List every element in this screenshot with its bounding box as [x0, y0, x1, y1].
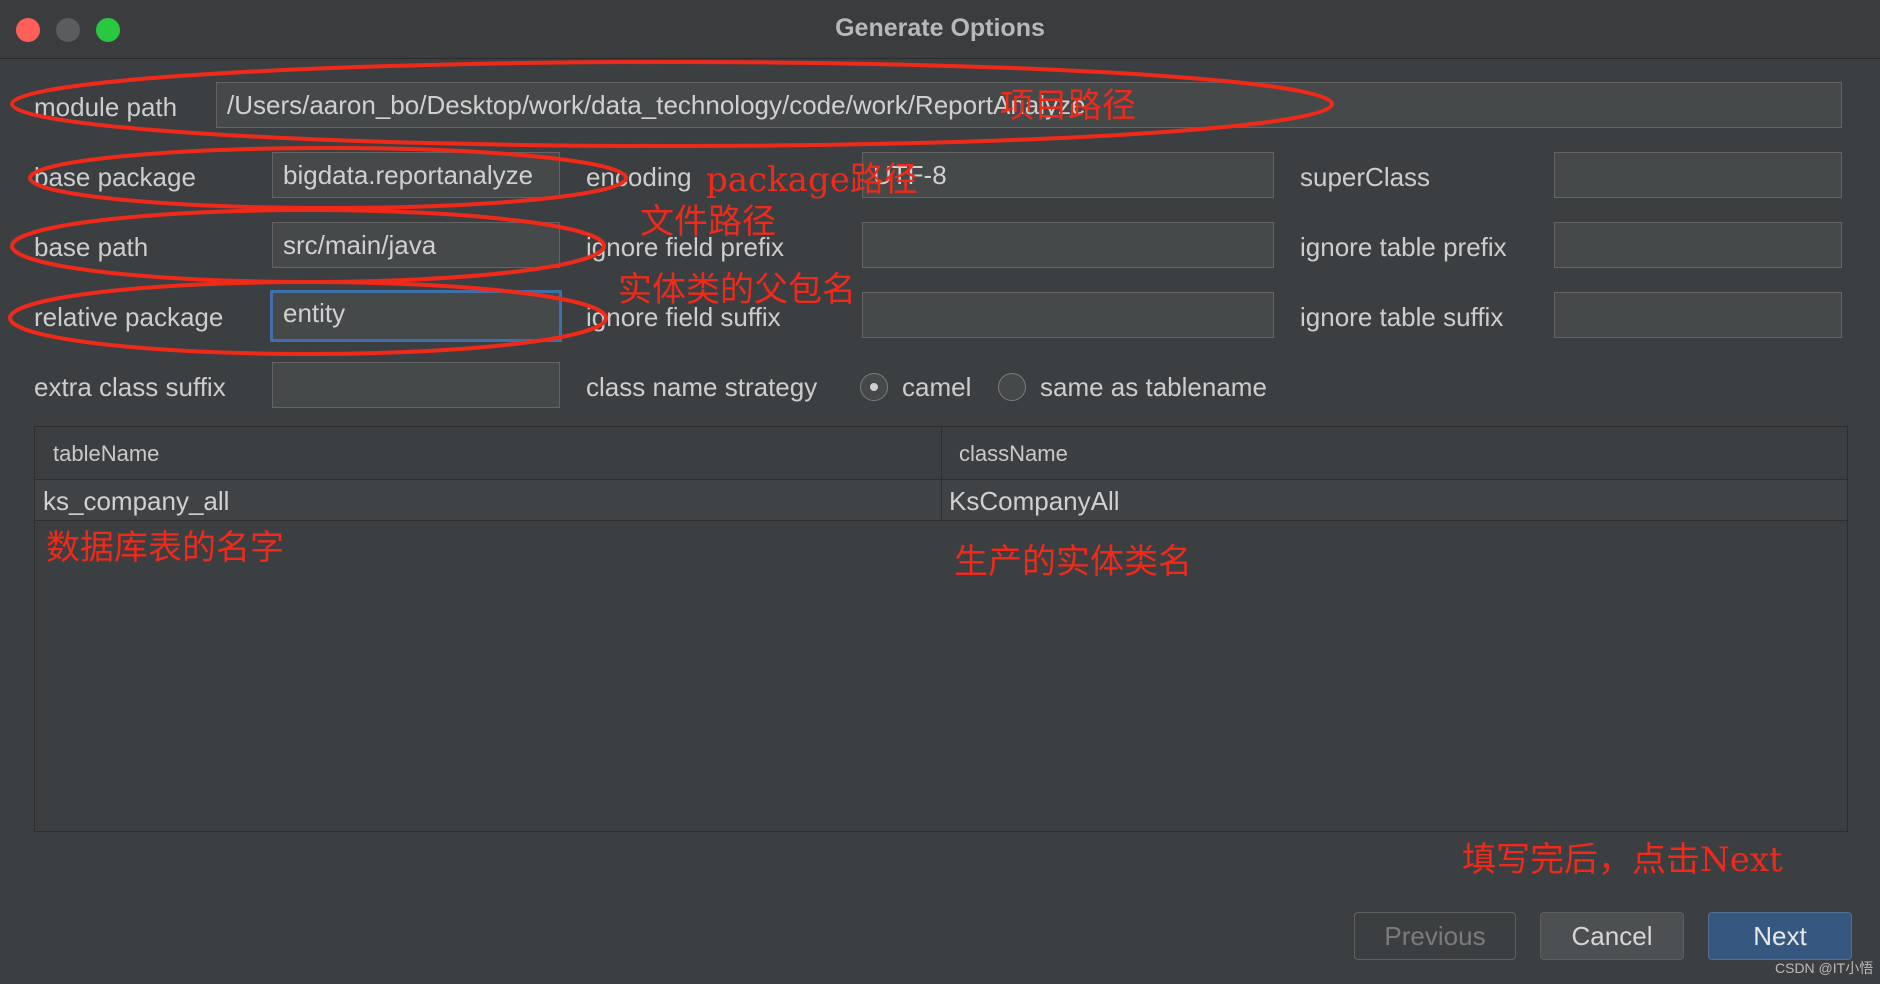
same-as-tablename-option-label[interactable]: same as tablename [1040, 372, 1267, 403]
base-path-label: base path [34, 232, 149, 262]
ignore-table-prefix-label: ignore table prefix [1300, 232, 1507, 262]
tables-grid: tableName className ks_company_all KsCom… [34, 426, 1848, 832]
class-name-strategy-label: class name strategy [586, 372, 818, 402]
ignore-table-prefix-input[interactable] [1554, 222, 1842, 268]
relative-package-label: relative package [34, 302, 224, 332]
ignore-table-suffix-input[interactable] [1554, 292, 1842, 338]
superclass-input[interactable] [1554, 152, 1842, 198]
ignore-field-suffix-input[interactable] [862, 292, 1274, 338]
base-path-input[interactable]: src/main/java [272, 222, 560, 268]
next-button[interactable]: Next [1708, 912, 1852, 960]
annotation-file-path: 文件路径 [640, 202, 776, 242]
camel-option-label[interactable]: camel [902, 372, 971, 403]
camel-radio[interactable] [860, 373, 888, 401]
annotation-project-path: 项目路径 [1000, 86, 1136, 126]
cancel-button[interactable]: Cancel [1540, 912, 1684, 960]
annotation-entity-parent-package: 实体类的父包名 [618, 270, 856, 310]
same-as-tablename-radio[interactable] [998, 373, 1026, 401]
encoding-input[interactable]: UTF-8 [862, 152, 1274, 198]
base-package-input[interactable]: bigdata.reportanalyze [272, 152, 560, 198]
radio-selected-dot [870, 383, 878, 391]
watermark: CSDN @IT小悟 [1775, 960, 1874, 976]
module-path-label: module path [34, 92, 178, 122]
title-bar: Generate Options [0, 0, 1880, 59]
extra-class-suffix-label: extra class suffix [34, 372, 226, 402]
base-package-label: base package [34, 162, 196, 192]
annotation-next-note: 填写完后，点击Next [1462, 840, 1783, 880]
superclass-label: superClass [1300, 162, 1431, 192]
column-divider [941, 427, 942, 520]
previous-button[interactable]: Previous [1354, 912, 1516, 960]
ignore-field-prefix-input[interactable] [862, 222, 1274, 268]
relative-package-input[interactable]: entity [270, 290, 562, 342]
table-cell-tablename[interactable]: ks_company_all [43, 486, 229, 517]
window-title: Generate Options [835, 14, 1045, 42]
annotation-table-name: 数据库表的名字 [46, 528, 284, 568]
ignore-table-suffix-label: ignore table suffix [1300, 302, 1504, 332]
column-header-tablename[interactable]: tableName [53, 441, 159, 467]
table-cell-classname[interactable]: KsCompanyAll [949, 486, 1120, 517]
extra-class-suffix-input[interactable] [272, 362, 560, 408]
annotation-entity-class-name: 生产的实体类名 [954, 542, 1192, 582]
encoding-label: encoding [586, 162, 692, 192]
column-header-classname[interactable]: className [959, 441, 1068, 467]
